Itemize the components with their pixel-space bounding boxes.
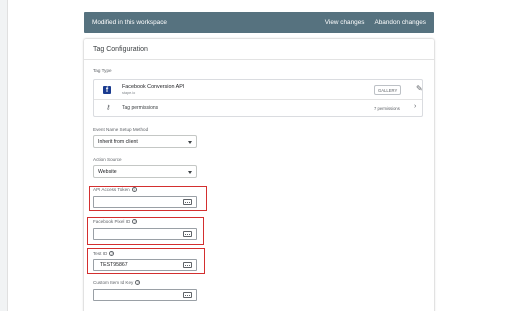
tag-type-label: Tag Type xyxy=(93,68,112,73)
dropdown-arrow-icon xyxy=(188,171,192,174)
custom-item-key-input[interactable] xyxy=(93,289,197,301)
dropdown-arrow-icon xyxy=(188,141,192,144)
custom-item-key-label: Custom Item Id Key? xyxy=(93,280,141,286)
variable-picker-icon[interactable] xyxy=(183,292,192,298)
left-sidebar-strip xyxy=(0,0,8,311)
event-method-value: Inherit from client xyxy=(98,138,138,145)
abandon-changes-link[interactable]: Abandon changes xyxy=(374,19,426,26)
card-title: Tag Configuration xyxy=(84,39,434,60)
event-method-label: Event Name Setup Method xyxy=(93,127,149,132)
tag-name: Facebook Conversion API xyxy=(122,84,185,90)
tag-permissions-label[interactable]: Tag permissions xyxy=(122,105,158,111)
facebook-icon: f xyxy=(103,86,111,94)
event-method-select[interactable]: Inherit from client xyxy=(93,135,197,148)
pencil-icon[interactable]: ✎ xyxy=(416,84,423,93)
help-icon[interactable]: ? xyxy=(135,280,141,286)
key-icon: ⚷ xyxy=(106,105,111,111)
tag-type-row[interactable]: f Facebook Conversion API stape.io GALLE… xyxy=(94,80,423,100)
gallery-badge: GALLERY xyxy=(374,85,402,95)
api-token-highlight-box xyxy=(89,186,207,211)
custom-item-key-label-text: Custom Item Id Key xyxy=(93,280,134,285)
workspace-banner: Modified in this workspace View changes … xyxy=(84,12,434,33)
chevron-right-icon[interactable]: › xyxy=(414,103,416,110)
pixel-id-highlight-box xyxy=(87,217,204,245)
permissions-count: 7 permissions xyxy=(374,106,400,111)
action-source-value: Website xyxy=(98,168,117,175)
action-source-label: Action Source xyxy=(93,157,122,162)
test-id-highlight-box xyxy=(87,248,205,274)
banner-title: Modified in this workspace xyxy=(92,19,167,26)
action-source-select[interactable]: Website xyxy=(93,165,197,178)
view-changes-link[interactable]: View changes xyxy=(325,19,365,26)
tag-type-box[interactable]: f Facebook Conversion API stape.io GALLE… xyxy=(93,79,423,117)
tag-subtitle: stape.io xyxy=(122,91,136,95)
